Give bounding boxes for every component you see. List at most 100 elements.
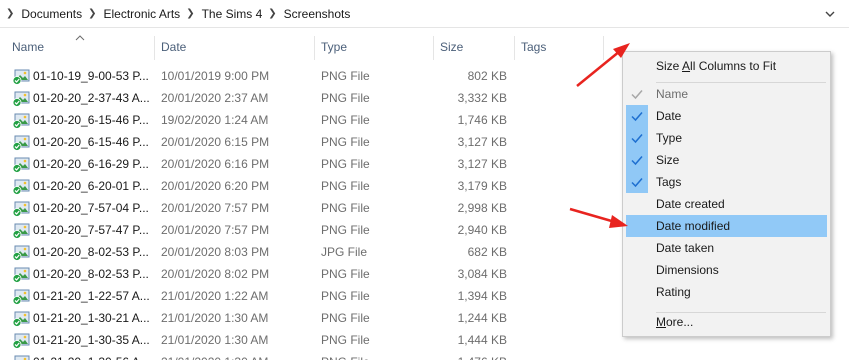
menu-item-size-all-columns[interactable]: Size All Columns to Fit: [626, 55, 827, 77]
chevron-right-icon[interactable]: ❯: [6, 8, 14, 19]
file-row[interactable]: 01-21-20_1-30-21 A... 21/01/2020 1:30 AM P…: [0, 308, 620, 330]
file-row[interactable]: 01-10-19_9-00-53 P... 10/01/2019 9:00 PM P…: [0, 66, 620, 88]
file-size: 1,394 KB: [457, 289, 507, 303]
file-row[interactable]: 01-20-20_8-02-53 P... 20/01/2020 8:03 PM J…: [0, 242, 620, 264]
file-date: 21/01/2020 1:30 AM: [161, 311, 269, 325]
menu-item-type[interactable]: Type: [626, 127, 827, 149]
image-file-synced-icon: [12, 135, 30, 151]
menu-item-date[interactable]: Date: [626, 105, 827, 127]
image-file-synced-icon: [12, 267, 30, 283]
breadcrumb-documents[interactable]: Documents: [21, 7, 82, 21]
image-file-synced-icon: [12, 311, 30, 327]
image-file-synced-icon: [12, 333, 30, 349]
checkmark-icon: [631, 156, 643, 166]
menu-item-accelerator: M: [656, 315, 666, 329]
file-name: 01-20-20_2-37-43 A...: [33, 91, 150, 105]
image-file-synced-icon: [14, 355, 30, 360]
file-date: 20/01/2020 8:03 PM: [161, 245, 270, 259]
column-header-name[interactable]: Name: [6, 34, 154, 60]
check-background: [626, 171, 648, 193]
image-file-synced-icon: [12, 201, 30, 217]
address-bar[interactable]: ❯ Documents ❯ Electronic Arts ❯ The Sims…: [0, 0, 849, 28]
chevron-right-icon[interactable]: ❯: [268, 8, 276, 19]
menu-item-date-created[interactable]: Date created: [626, 193, 827, 215]
menu-item-tags[interactable]: Tags: [626, 171, 827, 193]
file-date: 20/01/2020 8:02 PM: [161, 267, 270, 281]
column-context-menu: Size All Columns to Fit Name Date Type Size…: [622, 51, 831, 337]
breadcrumb-the-sims-4[interactable]: The Sims 4: [202, 7, 263, 21]
file-row[interactable]: 01-21-20_1-22-57 A... 21/01/2020 1:22 AM P…: [0, 286, 620, 308]
file-type: PNG File: [321, 135, 370, 149]
column-header-size[interactable]: Size: [434, 34, 514, 60]
file-row[interactable]: 01-20-20_8-02-53 P... 20/01/2020 8:02 PM P…: [0, 264, 620, 286]
check-background: [626, 83, 648, 105]
menu-item-label: Date taken: [656, 241, 715, 255]
menu-item-rating[interactable]: Rating: [626, 281, 827, 303]
menu-item-label: Size: [656, 59, 683, 73]
menu-item-dimensions[interactable]: Dimensions: [626, 259, 827, 281]
image-file-synced-icon: [12, 179, 30, 195]
file-date: 21/01/2020 1:22 AM: [161, 289, 269, 303]
file-size: 802 KB: [467, 69, 507, 83]
file-row[interactable]: 01-20-20_6-15-46 P... 19/02/2020 1:24 AM P…: [0, 110, 620, 132]
file-date: 20/01/2020 2:37 AM: [161, 91, 269, 105]
file-date: 20/01/2020 6:15 PM: [161, 135, 270, 149]
file-name: 01-20-20_7-57-47 P...: [33, 223, 149, 237]
menu-item-label: Name: [656, 87, 689, 101]
chevron-right-icon[interactable]: ❯: [186, 8, 194, 19]
file-row[interactable]: 01-20-20_6-16-29 P... 20/01/2020 6:16 PM P…: [0, 154, 620, 176]
image-file-synced-icon: [12, 289, 30, 305]
menu-item-label: Type: [656, 131, 683, 145]
file-name: 01-21-20_1-30-35 A...: [33, 333, 150, 347]
breadcrumb-electronic-arts[interactable]: Electronic Arts: [103, 7, 180, 21]
file-name: 01-20-20_6-15-46 P...: [33, 113, 149, 127]
file-row[interactable]: 01-20-20_2-37-43 A... 20/01/2020 2:37 AM P…: [0, 88, 620, 110]
file-size: 3,179 KB: [457, 179, 507, 193]
file-name: 01-20-20_6-15-46 P...: [33, 135, 149, 149]
file-size: 1,746 KB: [457, 113, 507, 127]
menu-item-date-modified[interactable]: Date modified: [626, 215, 827, 237]
menu-item-label: Tags: [656, 175, 682, 189]
menu-item-size[interactable]: Size: [626, 149, 827, 171]
file-type: JPG File: [321, 245, 368, 259]
checkmark-icon: [631, 90, 643, 100]
file-size: 3,127 KB: [457, 135, 507, 149]
column-header-type[interactable]: Type: [315, 34, 433, 60]
file-date: 20/01/2020 7:57 PM: [161, 201, 270, 215]
menu-item-label: Date: [656, 109, 682, 123]
file-row[interactable]: 01-21-20_1-30-35 A... 21/01/2020 1:30 AM P…: [0, 330, 620, 352]
checkmark-icon: [631, 178, 643, 188]
chevron-down-icon[interactable]: [823, 7, 837, 21]
file-size: 2,998 KB: [457, 201, 507, 215]
file-row[interactable]: 01-20-20_6-15-46 P... 20/01/2020 6:15 PM P…: [0, 132, 620, 154]
column-header-tags[interactable]: Tags: [515, 34, 603, 60]
menu-item-label: ll Columns to Fit: [690, 59, 777, 73]
file-row[interactable]: 01-20-20_7-57-04 P... 20/01/2020 7:57 PM P…: [0, 198, 620, 220]
file-date: 10/01/2019 9:00 PM: [161, 69, 270, 83]
file-name: 01-10-19_9-00-53 P...: [33, 69, 149, 83]
chevron-right-icon[interactable]: ❯: [88, 8, 96, 19]
file-type: PNG File: [321, 113, 370, 127]
image-file-synced-icon: [12, 113, 30, 129]
column-divider[interactable]: [603, 36, 604, 60]
check-background: [626, 105, 648, 127]
breadcrumb-screenshots[interactable]: Screenshots: [284, 7, 351, 21]
menu-item-name[interactable]: Name: [626, 83, 827, 105]
file-name: 01-21-20_1-22-57 A...: [33, 289, 150, 303]
file-type: PNG File: [321, 157, 370, 171]
file-size: 2,940 KB: [457, 223, 507, 237]
file-type: PNG File: [321, 267, 370, 281]
file-row[interactable]: 01-21-20_1-30-56 A... 21/01/2020 1:30 AM P…: [0, 352, 620, 360]
file-date: 20/01/2020 6:20 PM: [161, 179, 270, 193]
file-row[interactable]: 01-20-20_6-20-01 P... 20/01/2020 6:20 PM P…: [0, 176, 620, 198]
menu-item-date-taken[interactable]: Date taken: [626, 237, 827, 259]
file-type: PNG File: [321, 201, 370, 215]
file-type: PNG File: [321, 333, 370, 347]
column-header-date[interactable]: Date: [155, 34, 314, 60]
file-name: 01-20-20_6-16-29 P...: [33, 157, 149, 171]
menu-item-more[interactable]: More...: [626, 311, 827, 333]
file-type: PNG File: [321, 223, 370, 237]
file-type: PNG File: [321, 179, 370, 193]
menu-item-label: Size: [656, 153, 680, 167]
file-row[interactable]: 01-20-20_7-57-47 P... 20/01/2020 7:57 PM P…: [0, 220, 620, 242]
